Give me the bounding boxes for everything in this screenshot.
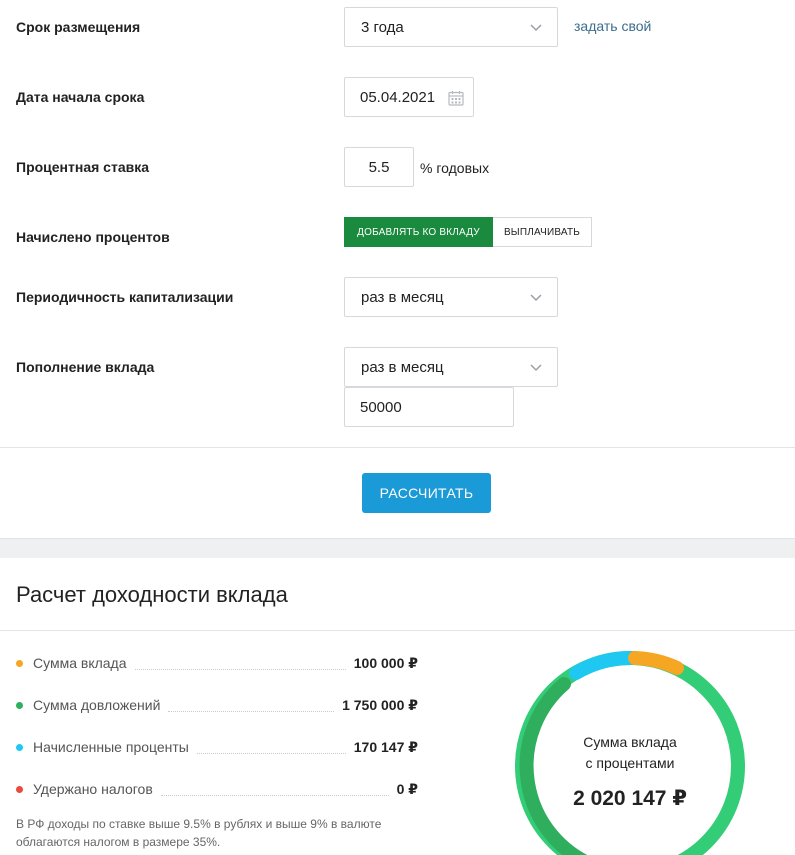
tax-note: В РФ доходы по ставке выше 9.5% в рублях… [16,817,382,849]
topup-select[interactable]: раз в месяц [344,347,558,387]
calendar-icon[interactable] [447,89,465,107]
stat-name: Сумма довложений [33,697,161,713]
topup-amount-input[interactable]: 50000 [344,387,514,427]
stat-name: Начисленные проценты [33,739,189,755]
stat-row: Сумма вклада 100 000 ₽ [16,653,418,673]
add-to-deposit-option[interactable]: ДОБАВЛЯТЬ КО ВКЛАДУ [344,217,493,247]
capitalization-select[interactable]: раз в месяц [344,277,558,317]
term-select-value: 3 года [361,18,404,36]
rate-label: Процентная ставка [16,159,149,175]
deposit-dot-icon [16,659,23,667]
stat-value: 1 750 000 ₽ [342,696,418,713]
donut-segment-deposit [628,651,684,675]
tax-dot-icon [16,785,23,793]
topup-amount-value: 50000 [360,398,402,416]
deposit-form: Срок размещения 3 года задать свой Дата … [0,0,795,447]
leader-dots [134,668,346,670]
interest-toggle: ДОБАВЛЯТЬ КО ВКЛАДУ ВЫПЛАЧИВАТЬ [344,217,592,247]
start-date-value: 05.04.2021 [360,88,436,106]
rate-suffix: % годовых [420,160,490,176]
start-date-label: Дата начала срока [16,89,145,105]
rate-input[interactable]: 5.5 [344,147,414,187]
topup-select-value: раз в месяц [361,358,444,376]
chevron-down-icon [530,294,542,302]
capitalization-select-value: раз в месяц [361,288,444,306]
topups-dot-icon [16,701,23,709]
chevron-down-icon [530,24,542,32]
leader-dots [160,794,389,796]
leader-dots [168,710,335,712]
results-title: Расчет доходности вклада [16,582,288,607]
pay-out-option[interactable]: ВЫПЛАЧИВАТЬ [493,217,592,247]
donut-label-line2: с процентами [585,755,675,771]
term-select[interactable]: 3 года [344,7,558,47]
interest-label: Начислено процентов [16,229,170,245]
capitalization-label: Периодичность капитализации [16,289,234,305]
stat-row: Начисленные проценты 170 147 ₽ [16,737,418,757]
leader-dots [196,752,346,754]
donut-label: Сумма вклада с процентами [512,732,748,774]
start-date-input[interactable]: 05.04.2021 [344,77,474,117]
rate-value: 5.5 [368,158,390,176]
term-label: Срок размещения [16,19,141,35]
divider [0,630,795,631]
stat-row: Сумма довложений 1 750 000 ₽ [16,695,418,715]
topup-label: Пополнение вклада [16,359,155,375]
interest-dot-icon [16,743,23,751]
divider [0,447,795,448]
stat-value: 170 147 ₽ [353,738,418,755]
stat-row: Удержано налогов 0 ₽ [16,779,418,799]
donut-segment-interest [569,651,637,680]
stat-value: 100 000 ₽ [353,654,418,671]
chevron-down-icon [530,364,542,372]
stat-name: Удержано налогов [33,781,153,797]
stat-value: 0 ₽ [396,780,418,797]
donut-label-line1: Сумма вклада [583,734,677,750]
stat-name: Сумма вклада [33,655,127,671]
section-separator [0,538,795,558]
custom-term-link[interactable]: задать свой [574,18,651,34]
calculate-button[interactable]: РАССЧИТАТЬ [362,473,491,513]
donut-total: 2 020 147 ₽ [573,787,687,810]
